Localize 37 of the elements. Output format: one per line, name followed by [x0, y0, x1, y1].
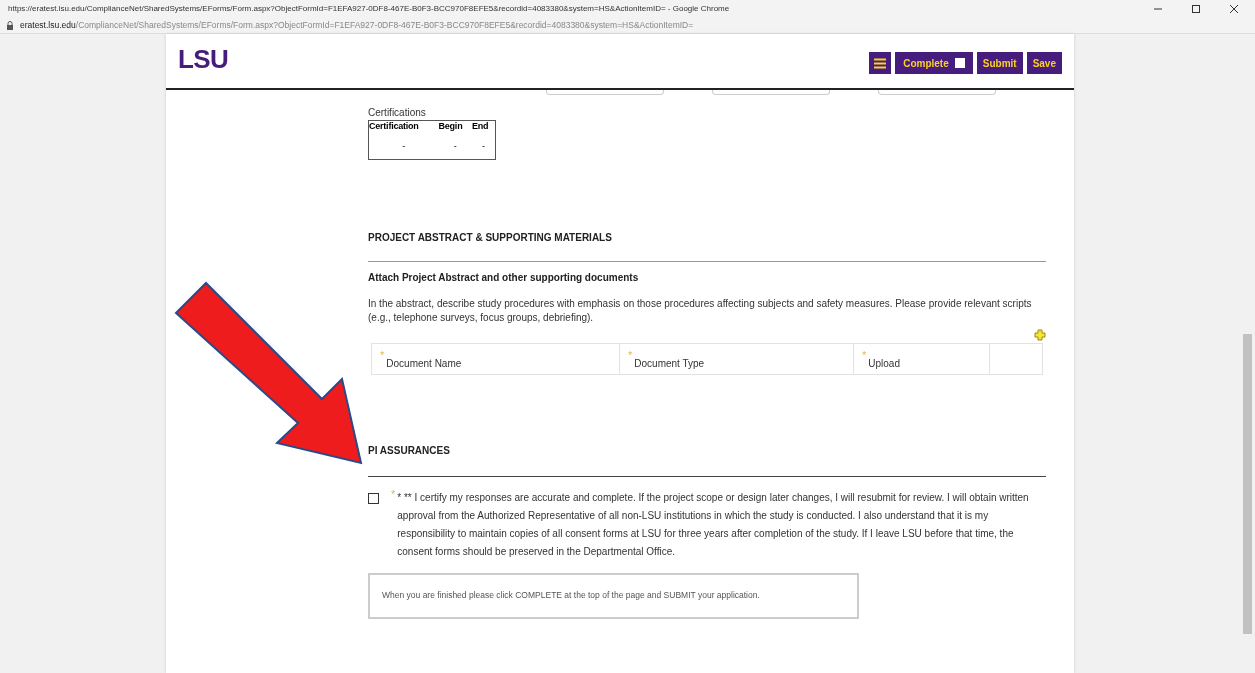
certifications-label: Certifications — [368, 107, 427, 120]
assurance-statement: * ** I certify my responses are accurate and complete. If the project scope or design later changes, I will resubmit for review. I will obtain written approval from the Authorized Representative of all non-LSU institutions in which the study is conducted. I also understand that it is my responsibility to maintain copies of all consent forms at LSU for three years after completion of the study. If I leave LSU before that time, the consent forms should be preserved in the Departmental Office. — [397, 490, 1030, 559]
form-action-button[interactable]: Save — [1026, 52, 1062, 74]
menu-button[interactable] — [869, 52, 892, 74]
column-header: * Document Type — [620, 343, 854, 374]
required-mark: * — [391, 488, 396, 500]
table-cell: - — [368, 141, 439, 159]
required-mark: * — [380, 349, 385, 361]
lsu-logo: LSU — [178, 46, 229, 72]
required-mark: * — [862, 349, 867, 361]
lock-icon — [6, 20, 14, 30]
column-header: Begin — [438, 120, 472, 142]
complete-checkbox[interactable] — [954, 58, 965, 68]
form-action-button[interactable]: Submit — [976, 52, 1023, 74]
close-icon[interactable] — [1229, 3, 1239, 14]
window-title: https://eratest.lsu.edu/ComplianceNet/SharedSystems/EForms/Form.aspx?ObjectFormId=F1EFA927-0DF8-467E-B0F3-BCC970F8EFE5&recordid=4083380&system=HS&ActionItemID= - Google Chrome — [8, 2, 731, 15]
section-subheading: Attach Project Abstract and other supporting documents — [368, 270, 640, 285]
assurance-checkbox[interactable] — [368, 492, 379, 504]
column-header: * Upload — [854, 343, 990, 374]
input-field[interactable] — [712, 90, 830, 95]
column-header: * Document Name — [372, 343, 620, 374]
column-header: End — [471, 120, 496, 142]
note-text: When you are finished please click COMPLETE at the top of the page and SUBMIT your application. — [382, 589, 760, 602]
column-header: Certification — [368, 120, 439, 142]
table-cell: - — [438, 141, 472, 159]
input-field[interactable] — [878, 90, 996, 95]
section-heading: PI ASSURANCES — [368, 443, 451, 458]
input-field[interactable] — [546, 90, 664, 95]
required-mark: * — [628, 349, 633, 361]
section-heading: PROJECT ABSTRACT & SUPPORTING MATERIALS — [368, 230, 613, 245]
add-icon[interactable] — [1034, 328, 1046, 341]
address-bar[interactable]: eratest.lsu.edu/ComplianceNet/SharedSystems/EForms/Form.aspx?ObjectFormId=F1EFA927-0DF8-467E-B0F3-BCC970F8EFE5&recordid=4083380&system=HS&ActionItemID= — [20, 18, 694, 32]
complete-button[interactable]: Complete — [895, 52, 973, 74]
maximize-icon[interactable] — [1191, 3, 1201, 14]
section-description: In the abstract, describe study procedures with emphasis on those procedures affecting subjects and safety measures. Please provide relevant scripts (e.g., telephone surveys, focus groups, debriefing). — [368, 296, 1033, 325]
menu-icon — [874, 57, 887, 69]
table-cell: - — [471, 141, 496, 159]
